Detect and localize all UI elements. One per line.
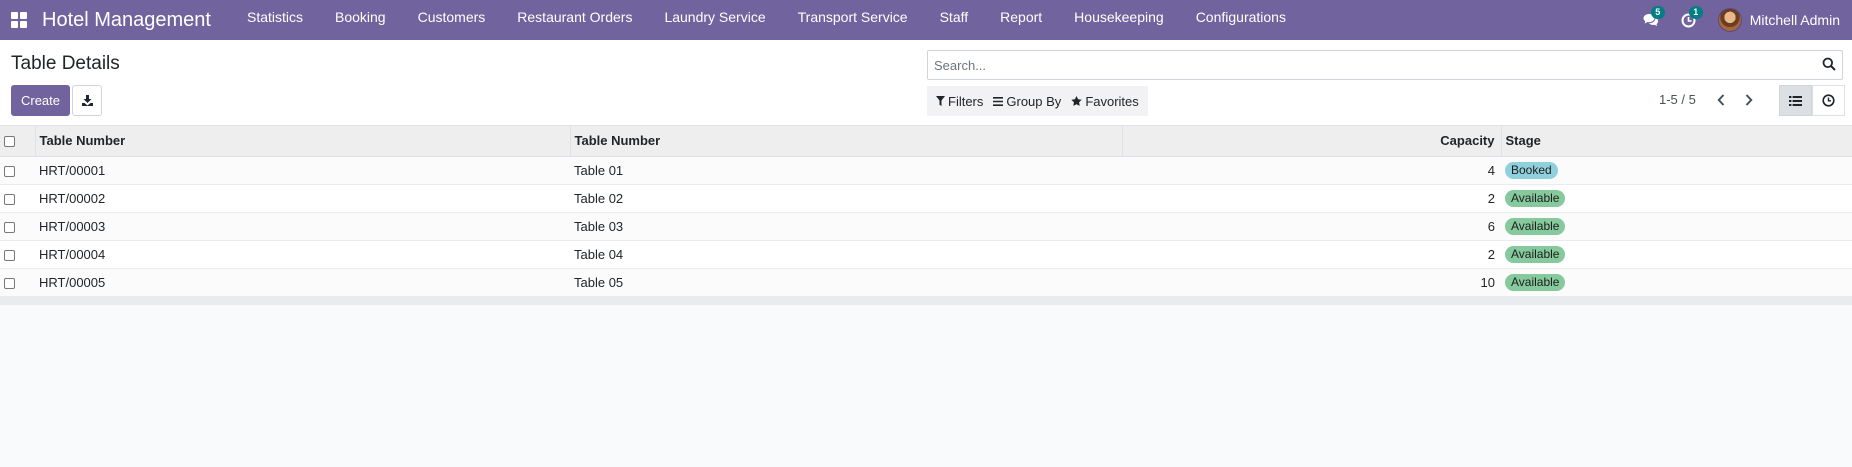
user-name: Mitchell Admin [1749,12,1840,28]
menu-item-statistics[interactable]: Statistics [231,0,319,40]
cell-capacity[interactable]: 10 [1122,268,1501,296]
cell-stage[interactable]: Booked [1501,156,1852,184]
cell-table-name[interactable]: Table 02 [570,184,1122,212]
messages-count-badge: 5 [1650,6,1665,19]
cell-table-name[interactable]: Table 05 [570,268,1122,296]
cell-capacity[interactable]: 6 [1122,212,1501,240]
status-badge: Available [1505,189,1566,207]
export-button[interactable] [72,85,102,116]
menu-item-staff[interactable]: Staff [924,0,985,40]
menu-item-booking[interactable]: Booking [319,0,402,40]
menu-item-transport-service[interactable]: Transport Service [782,0,924,40]
download-icon [81,95,93,106]
list-view-button[interactable] [1779,85,1812,116]
cell-table-name[interactable]: Table 04 [570,240,1122,268]
column-header-capacity[interactable]: Capacity [1121,126,1501,157]
filters-toggle[interactable]: Filters [931,86,988,116]
menu-item-report[interactable]: Report [984,0,1058,40]
activities-button[interactable]: 1 [1670,0,1708,40]
cell-stage[interactable]: Available [1501,240,1852,268]
app-brand[interactable]: Hotel Management [42,9,211,32]
pager-previous-button[interactable] [1709,88,1733,112]
groupby-label: Group By [1006,93,1062,109]
systray: 5 1 Mitchell Admin [1632,0,1852,40]
row-select-cell [0,268,35,296]
user-menu[interactable]: Mitchell Admin [1717,8,1840,32]
filters-label: Filters [948,93,984,109]
cell-capacity[interactable]: 4 [1122,156,1501,184]
status-badge: Booked [1505,161,1558,179]
control-panel: Table Details Create Filters Group By Fa… [0,40,1852,126]
cell-table-name[interactable]: Table 03 [570,212,1122,240]
cell-reference[interactable]: HRT/00001 [35,156,570,184]
row-select-cell [0,212,35,240]
filter-icon [936,96,945,106]
activities-count-badge: 1 [1688,6,1703,19]
pager-next-button[interactable] [1737,88,1761,112]
apps-menu-icon[interactable] [0,0,38,40]
records-table: Table Number Table Number Capacity Stage… [0,126,1852,297]
cell-stage[interactable]: Available [1501,212,1852,240]
row-checkbox[interactable] [4,165,15,177]
cell-capacity[interactable]: 2 [1122,184,1501,212]
row-checkbox[interactable] [4,221,15,233]
star-icon [1071,96,1083,106]
menu-item-customers[interactable]: Customers [402,0,502,40]
row-select-cell [0,156,35,184]
status-badge: Available [1505,217,1566,235]
cell-reference[interactable]: HRT/00003 [35,212,570,240]
row-select-cell [0,240,35,268]
table-row[interactable]: HRT/00005 Table 05 10 Available [0,268,1852,296]
select-all-checkbox[interactable] [4,136,15,148]
menu-item-configurations[interactable]: Configurations [1180,0,1302,40]
column-header-table-number[interactable]: Table Number [569,126,1122,157]
list-view: Table Number Table Number Capacity Stage… [0,126,1852,305]
column-header-stage[interactable]: Stage [1500,126,1852,157]
status-badge: Available [1505,245,1566,263]
page-title: Table Details [11,53,120,74]
row-select-cell [0,184,35,212]
avatar [1717,8,1742,32]
pager-value[interactable]: 1-5 / 5 [1659,92,1696,107]
cell-capacity[interactable]: 2 [1122,240,1501,268]
activity-view-button[interactable] [1812,85,1845,116]
menu-item-restaurant-orders[interactable]: Restaurant Orders [501,0,648,40]
menu-item-housekeeping[interactable]: Housekeeping [1058,0,1180,40]
groupby-toggle[interactable]: Group By [988,86,1066,116]
table-row[interactable]: HRT/00002 Table 02 2 Available [0,184,1852,212]
cell-table-name[interactable]: Table 01 [570,156,1122,184]
messages-button[interactable]: 5 [1632,0,1670,40]
search-options: Filters Group By Favorites [927,86,1148,116]
search-icon[interactable] [1822,57,1836,71]
status-badge: Available [1505,273,1566,291]
top-navbar: Hotel Management Statistics Booking Cust… [0,0,1852,40]
table-header-row: Table Number Table Number Capacity Stage [0,126,1852,157]
row-checkbox[interactable] [4,193,15,205]
select-all-cell [0,126,35,157]
search-bar[interactable] [927,50,1843,80]
table-footer [0,296,1852,305]
table-row[interactable]: HRT/00004 Table 04 2 Available [0,240,1852,268]
cell-reference[interactable]: HRT/00005 [35,268,570,296]
favorites-toggle[interactable]: Favorites [1066,86,1143,116]
search-input[interactable] [928,51,1808,79]
cell-reference[interactable]: HRT/00004 [35,240,570,268]
cell-stage[interactable]: Available [1501,268,1852,296]
list-icon [1789,95,1802,106]
table-row[interactable]: HRT/00003 Table 03 6 Available [0,212,1852,240]
chevron-left-icon [1717,94,1725,106]
cell-stage[interactable]: Available [1501,184,1852,212]
create-button[interactable]: Create [11,85,70,116]
table-row[interactable]: HRT/00001 Table 01 4 Booked [0,156,1852,184]
menu-item-laundry-service[interactable]: Laundry Service [648,0,781,40]
column-header-reference[interactable]: Table Number [34,126,570,157]
row-checkbox[interactable] [4,249,15,261]
chevron-right-icon [1745,94,1753,106]
bars-icon [993,96,1004,106]
clock-icon [1822,94,1835,107]
row-checkbox[interactable] [4,277,15,289]
cell-reference[interactable]: HRT/00002 [35,184,570,212]
favorites-label: Favorites [1085,93,1139,109]
main-menu: Statistics Booking Customers Restaurant … [231,0,1302,40]
